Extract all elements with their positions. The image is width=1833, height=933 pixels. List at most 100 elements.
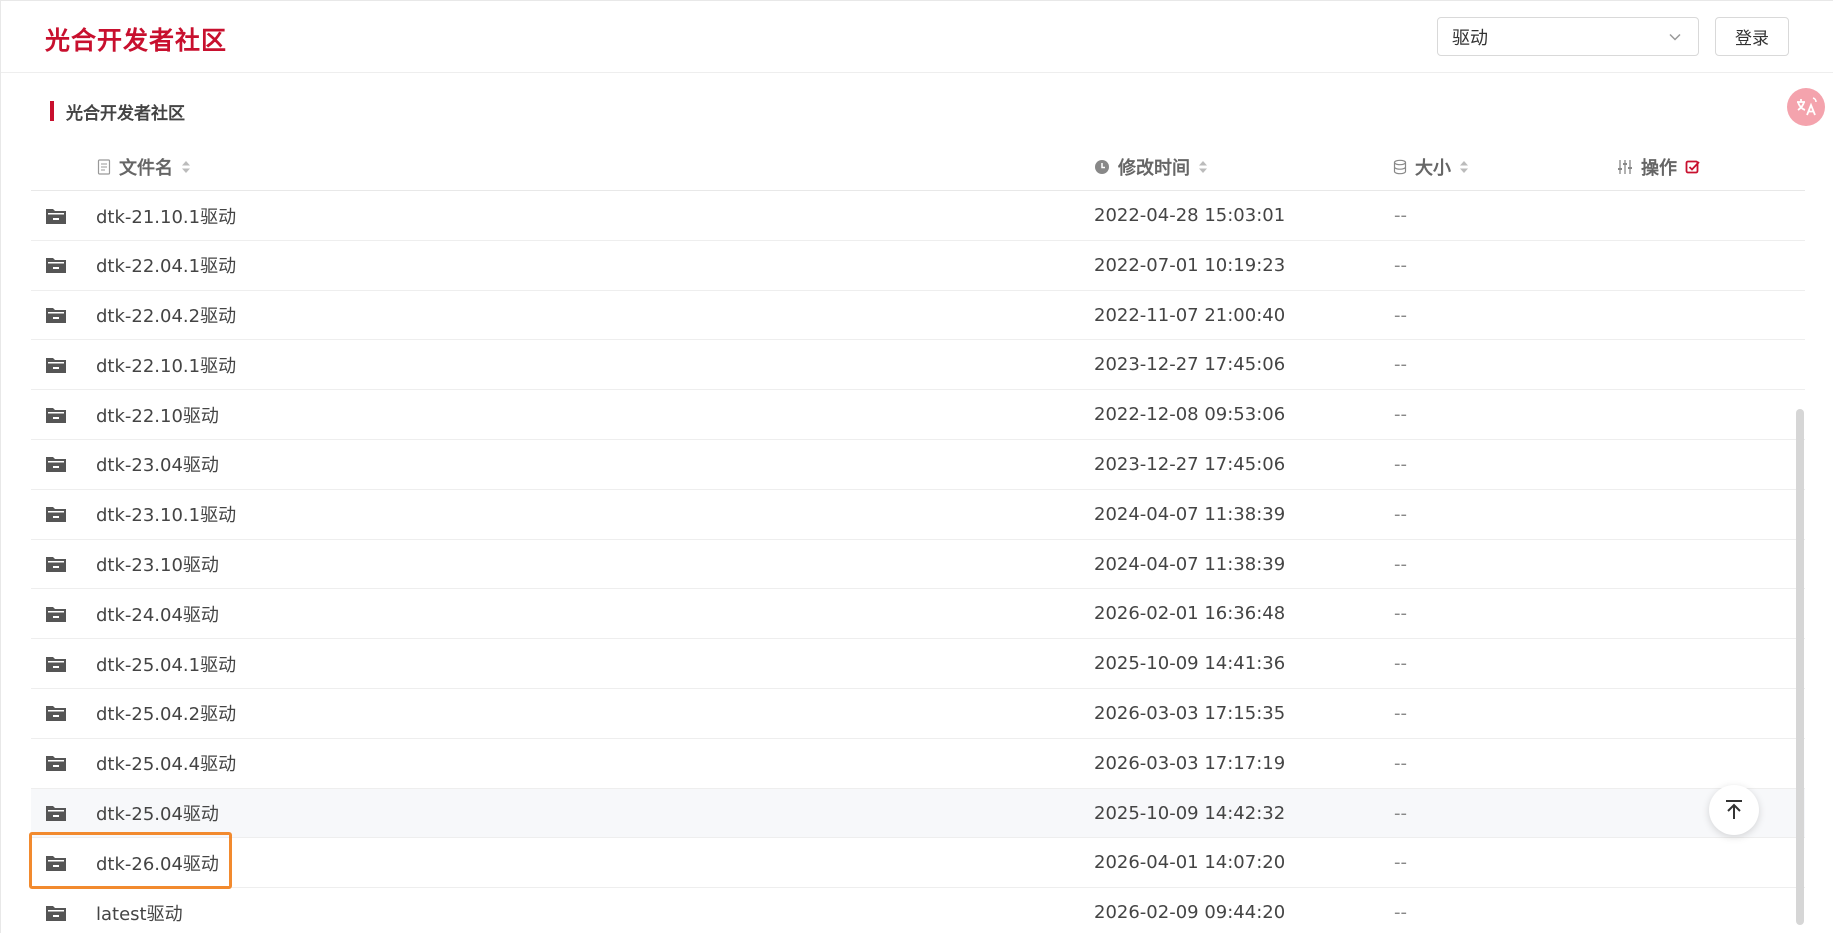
table-row[interactable]: dtk-24.04驱动 2026-02-01 16:36:48 -- <box>31 589 1805 640</box>
row-size: -- <box>1394 453 1407 475</box>
folder-icon <box>45 639 67 688</box>
row-time: 2026-02-01 16:36:48 <box>1094 603 1286 625</box>
folder-icon <box>45 789 67 838</box>
row-time: 2026-03-03 17:17:19 <box>1094 752 1286 774</box>
table-row[interactable]: dtk-23.10.1驱动 2024-04-07 11:38:39 -- <box>31 490 1805 540</box>
row-name[interactable]: dtk-22.04.1驱动 <box>96 241 236 290</box>
row-time: 2026-03-03 17:15:35 <box>1094 702 1286 724</box>
row-time: 2023-12-27 17:45:06 <box>1094 354 1286 376</box>
row-name[interactable]: dtk-23.04驱动 <box>96 440 219 489</box>
back-to-top-button[interactable] <box>1709 785 1759 835</box>
breadcrumb: 光合开发者社区 <box>50 99 185 124</box>
row-time: 2026-02-09 09:44:20 <box>1094 902 1286 924</box>
login-button[interactable]: 登录 <box>1715 17 1789 56</box>
database-icon <box>1393 159 1407 174</box>
row-size: -- <box>1394 802 1407 824</box>
search-select[interactable]: 驱动 <box>1437 17 1699 56</box>
row-size: -- <box>1394 902 1407 924</box>
column-name-label: 文件名 <box>119 157 173 179</box>
folder-icon <box>45 340 67 389</box>
row-time: 2023-12-27 17:45:06 <box>1094 453 1286 475</box>
checkbox-icon[interactable] <box>1685 159 1701 175</box>
table-row[interactable]: dtk-25.04.1驱动 2025-10-09 14:41:36 -- <box>31 639 1805 689</box>
breadcrumb-label[interactable]: 光合开发者社区 <box>66 99 185 124</box>
row-size: -- <box>1394 354 1407 376</box>
table-row[interactable]: dtk-22.10驱动 2022-12-08 09:53:06 -- <box>31 390 1805 440</box>
row-name[interactable]: dtk-21.10.1驱动 <box>96 191 236 240</box>
row-size: -- <box>1394 702 1407 724</box>
table-row[interactable]: dtk-25.04.4驱动 2026-03-03 17:17:19 -- <box>31 739 1805 789</box>
brand-logo[interactable]: 光合开发者社区 <box>45 21 227 57</box>
table-row[interactable]: dtk-22.04.2驱动 2022-11-07 21:00:40 -- <box>31 291 1805 341</box>
scrollbar-thumb[interactable] <box>1796 409 1804 925</box>
row-name[interactable]: latest驱动 <box>96 888 183 933</box>
file-table: 文件名 修改时间 大小 操作 dtk-21.10.1驱动 2022-04-28 … <box>29 142 1805 933</box>
folder-icon <box>45 390 67 439</box>
translate-button[interactable] <box>1787 88 1825 126</box>
row-time: 2025-10-09 14:41:36 <box>1094 653 1286 675</box>
folder-icon <box>45 490 67 539</box>
folder-icon <box>45 838 67 887</box>
folder-icon <box>45 291 67 340</box>
chevron-down-icon <box>1669 33 1681 41</box>
column-time[interactable]: 修改时间 <box>1094 142 1208 191</box>
folder-icon <box>45 540 67 589</box>
sort-icon[interactable] <box>181 159 191 175</box>
row-name[interactable]: dtk-24.04驱动 <box>96 589 219 638</box>
column-time-label: 修改时间 <box>1118 157 1190 179</box>
sort-icon[interactable] <box>1459 159 1469 175</box>
row-name[interactable]: dtk-23.10驱动 <box>96 540 219 589</box>
row-time: 2024-04-07 11:38:39 <box>1094 553 1286 575</box>
sliders-icon <box>1618 159 1632 174</box>
column-size-label: 大小 <box>1415 157 1451 179</box>
row-name[interactable]: dtk-22.10.1驱动 <box>96 340 236 389</box>
row-name[interactable]: dtk-26.04驱动 <box>96 838 219 887</box>
row-size: -- <box>1394 503 1407 525</box>
table-header: 文件名 修改时间 大小 操作 <box>31 142 1805 191</box>
folder-icon <box>45 589 67 638</box>
row-size: -- <box>1394 254 1407 276</box>
row-time: 2024-04-07 11:38:39 <box>1094 503 1286 525</box>
table-row[interactable]: dtk-23.10驱动 2024-04-07 11:38:39 -- <box>31 540 1805 590</box>
row-time: 2022-07-01 10:19:23 <box>1094 254 1286 276</box>
search-select-value: 驱动 <box>1452 27 1488 49</box>
table-row[interactable]: dtk-22.10.1驱动 2023-12-27 17:45:06 -- <box>31 340 1805 391</box>
table-row[interactable]: dtk-21.10.1驱动 2022-04-28 15:03:01 -- <box>31 191 1805 241</box>
folder-icon <box>45 241 67 290</box>
folder-icon <box>45 440 67 489</box>
breadcrumb-marker <box>50 101 54 121</box>
page: 光合开发者社区 驱动 登录 光合开发者社区 文件名 修改时间 大小 操作 dtk… <box>0 0 1833 933</box>
row-name[interactable]: dtk-25.04驱动 <box>96 789 219 838</box>
folder-icon <box>45 689 67 738</box>
folder-icon <box>45 191 67 240</box>
row-size: -- <box>1394 304 1407 326</box>
row-name[interactable]: dtk-25.04.1驱动 <box>96 639 236 688</box>
table-row[interactable]: latest驱动 2026-02-09 09:44:20 -- <box>31 888 1805 933</box>
row-name[interactable]: dtk-25.04.4驱动 <box>96 739 236 788</box>
back-to-top-icon <box>1726 800 1742 819</box>
sort-icon[interactable] <box>1198 159 1208 175</box>
row-name[interactable]: dtk-23.10.1驱动 <box>96 490 236 539</box>
row-size: -- <box>1394 603 1407 625</box>
column-name[interactable]: 文件名 <box>97 142 191 191</box>
table-body: dtk-21.10.1驱动 2022-04-28 15:03:01 -- dtk-22… <box>29 191 1805 933</box>
row-time: 2025-10-09 14:42:32 <box>1094 802 1286 824</box>
table-row[interactable]: dtk-22.04.1驱动 2022-07-01 10:19:23 -- <box>31 241 1805 291</box>
row-size: -- <box>1394 404 1407 426</box>
column-size[interactable]: 大小 <box>1393 142 1469 191</box>
row-size: -- <box>1394 852 1407 874</box>
table-row[interactable]: dtk-25.04.2驱动 2026-03-03 17:15:35 -- <box>31 689 1805 739</box>
row-size: -- <box>1394 752 1407 774</box>
table-row[interactable]: dtk-25.04驱动 2025-10-09 14:42:32 -- <box>31 788 1805 839</box>
header: 光合开发者社区 驱动 登录 <box>1 1 1833 73</box>
row-time: 2022-12-08 09:53:06 <box>1094 404 1286 426</box>
column-ops-label: 操作 <box>1641 157 1677 179</box>
clock-icon <box>1095 159 1109 174</box>
row-name[interactable]: dtk-22.10驱动 <box>96 390 219 439</box>
file-icon <box>97 158 111 175</box>
translate-icon <box>1797 97 1817 116</box>
table-row[interactable]: dtk-26.04驱动 2026-04-01 14:07:20 -- <box>29 832 1805 890</box>
row-name[interactable]: dtk-22.04.2驱动 <box>96 291 236 340</box>
table-row[interactable]: dtk-23.04驱动 2023-12-27 17:45:06 -- <box>31 440 1805 490</box>
row-name[interactable]: dtk-25.04.2驱动 <box>96 689 236 738</box>
